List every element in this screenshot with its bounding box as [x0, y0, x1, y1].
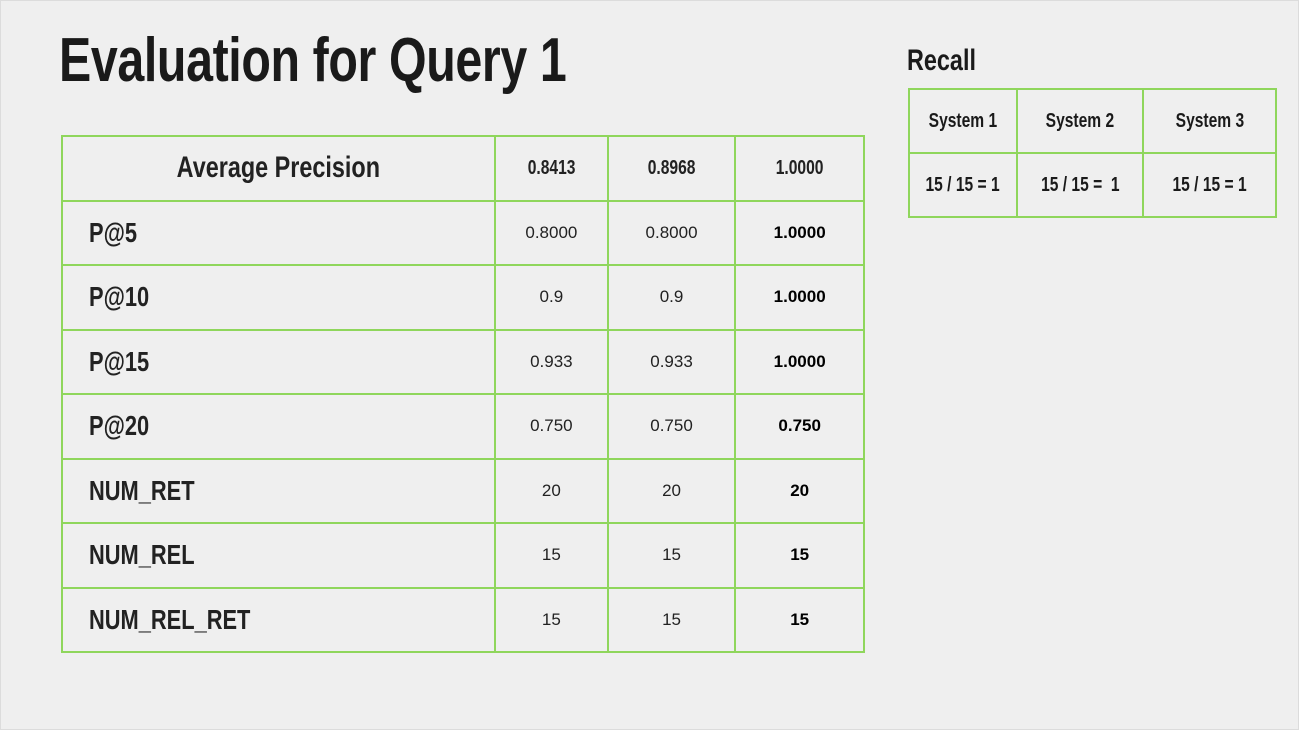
- cell-system-2: 20: [606, 457, 737, 524]
- row-label: NUM_REL: [60, 522, 497, 589]
- average-precision-label: Average Precision: [60, 135, 497, 202]
- recall-table: System 1 System 2 System 3 15 / 15 = 1 1…: [908, 88, 1277, 218]
- recall-title: Recall: [907, 44, 976, 77]
- cell-system-3: 15: [734, 522, 865, 589]
- cell-system-2: 15: [606, 586, 737, 653]
- cell-system-3: 1.0000: [734, 199, 865, 266]
- table-header-row: Average Precision 0.8413 0.8968 1.0000: [60, 135, 865, 202]
- recall-header-system-2: System 2: [1015, 88, 1145, 154]
- table-row: NUM_REL 15 15 15: [60, 522, 865, 589]
- evaluation-table: Average Precision 0.8413 0.8968 1.0000 P…: [60, 135, 865, 653]
- cell-system-3: 0.750: [734, 393, 865, 460]
- ap-system-3: 1.0000: [734, 135, 865, 202]
- ap-system-2: 0.8968: [606, 135, 737, 202]
- recall-header-system-3: System 3: [1142, 88, 1277, 154]
- row-label: P@10: [60, 264, 497, 331]
- page-title: Evaluation for Query 1: [59, 26, 567, 95]
- table-row: NUM_REL_RET 15 15 15: [60, 586, 865, 653]
- row-label: P@20: [60, 393, 497, 460]
- cell-system-2: 0.8000: [606, 199, 737, 266]
- row-label: NUM_RET: [60, 457, 497, 524]
- cell-system-1: 0.933: [494, 328, 609, 395]
- cell-system-1: 0.750: [494, 393, 609, 460]
- table-row: P@5 0.8000 0.8000 1.0000: [60, 199, 865, 266]
- cell-system-2: 15: [606, 522, 737, 589]
- cell-system-2: 0.9: [606, 264, 737, 331]
- row-label: P@5: [60, 199, 497, 266]
- table-row: NUM_RET 20 20 20: [60, 457, 865, 524]
- row-label: NUM_REL_RET: [60, 586, 497, 653]
- cell-system-2: 0.933: [606, 328, 737, 395]
- cell-system-3: 1.0000: [734, 264, 865, 331]
- table-row: P@10 0.9 0.9 1.0000: [60, 264, 865, 331]
- cell-system-1: 20: [494, 457, 609, 524]
- recall-header-row: System 1 System 2 System 3: [908, 88, 1277, 154]
- ap-system-1: 0.8413: [494, 135, 609, 202]
- cell-system-3: 1.0000: [734, 328, 865, 395]
- recall-value-system-3: 15 / 15 = 1: [1142, 152, 1277, 218]
- table-row: P@20 0.750 0.750 0.750: [60, 393, 865, 460]
- cell-system-1: 15: [494, 522, 609, 589]
- cell-system-1: 0.8000: [494, 199, 609, 266]
- recall-header-system-1: System 1: [908, 88, 1018, 154]
- recall-value-system-1: 15 / 15 = 1: [908, 152, 1018, 218]
- cell-system-2: 0.750: [606, 393, 737, 460]
- row-label: P@15: [60, 328, 497, 395]
- recall-value-row: 15 / 15 = 1 15 / 15 = 1 15 / 15 = 1: [908, 152, 1277, 218]
- table-row: P@15 0.933 0.933 1.0000: [60, 328, 865, 395]
- recall-value-system-2: 15 / 15 = 1: [1015, 152, 1145, 218]
- cell-system-1: 0.9: [494, 264, 609, 331]
- cell-system-3: 20: [734, 457, 865, 524]
- slide: Evaluation for Query 1 Average Precision…: [0, 0, 1299, 730]
- cell-system-1: 15: [494, 586, 609, 653]
- cell-system-3: 15: [734, 586, 865, 653]
